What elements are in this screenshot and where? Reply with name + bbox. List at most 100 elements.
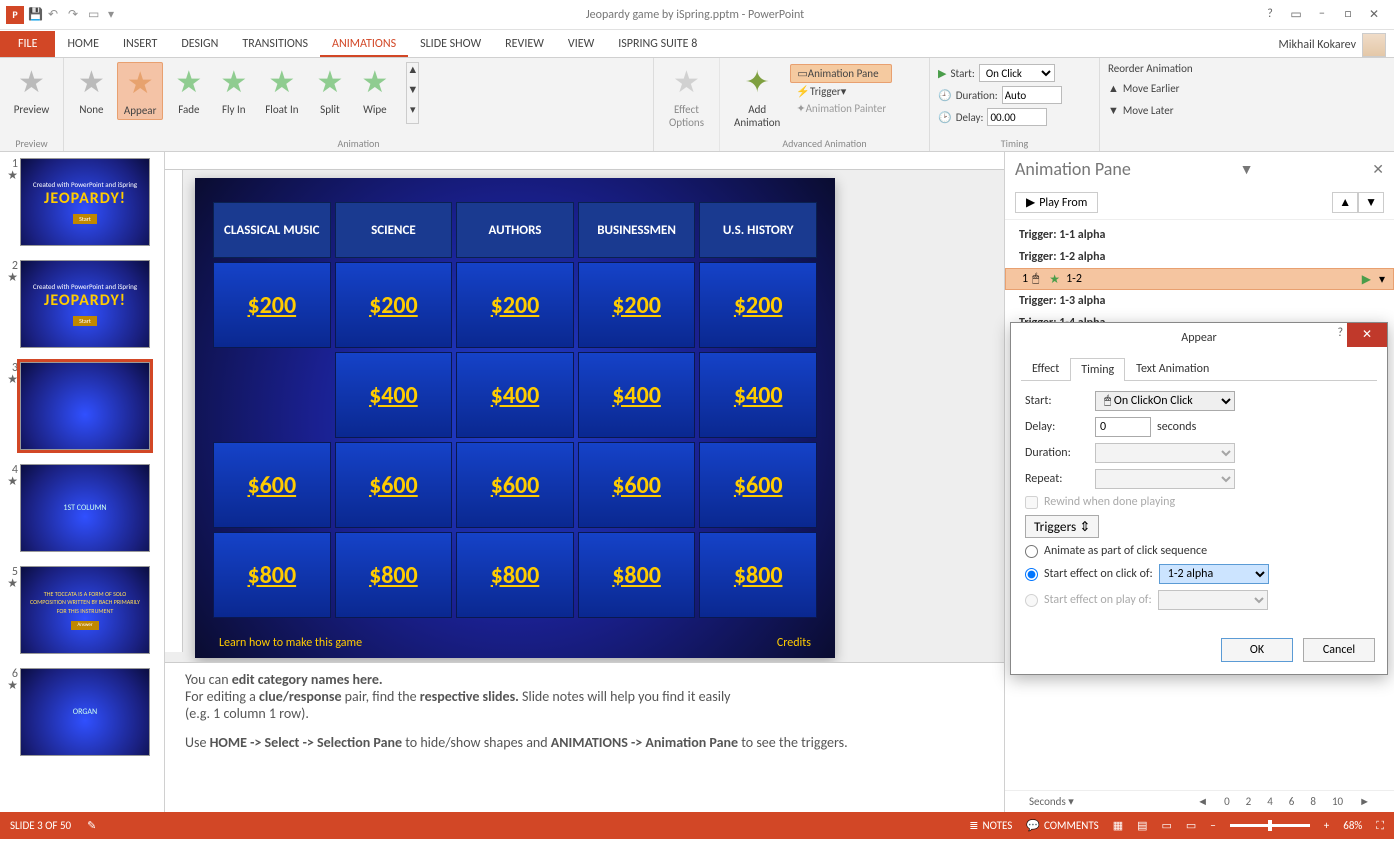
dlg-cancel-button[interactable]: Cancel	[1303, 638, 1375, 662]
category-cell[interactable]: AUTHORS	[456, 202, 574, 258]
reading-view-icon[interactable]: ▭	[1162, 819, 1172, 832]
move-earlier-button[interactable]: ▲ Move Earlier	[1108, 77, 1222, 99]
play-from-button[interactable]: ▶Play From	[1015, 192, 1098, 213]
value-cell[interactable]: $600	[335, 442, 453, 528]
anim-fade[interactable]: ★Fade	[169, 62, 208, 118]
tab-review[interactable]: REVIEW	[493, 31, 556, 57]
tab-home[interactable]: HOME	[55, 31, 111, 57]
thumbnail-slide-1[interactable]: 1★Created with PowerPoint and iSpringJEO…	[4, 158, 160, 246]
value-cell[interactable]: $600	[456, 442, 574, 528]
value-cell[interactable]: $400	[699, 352, 817, 438]
gallery-more-icon[interactable]: ▾	[407, 103, 418, 123]
tab-insert[interactable]: INSERT	[111, 31, 169, 57]
learn-link[interactable]: Learn how to make this game	[219, 636, 362, 650]
value-cell[interactable]: $800	[213, 532, 331, 618]
reorder-up-button[interactable]: ▲	[1332, 192, 1358, 213]
ribbon-display-icon[interactable]: ▭	[1286, 7, 1306, 22]
value-cell[interactable]: $200	[699, 262, 817, 348]
dlg-start-select[interactable]: 🖱 On ClickOn Click	[1095, 391, 1235, 411]
category-cell[interactable]: U.S. HISTORY	[699, 202, 817, 258]
comments-button[interactable]: 💬 COMMENTS	[1026, 819, 1098, 832]
value-cell[interactable]: $600	[699, 442, 817, 528]
preview-button[interactable]: ★ Preview	[8, 62, 55, 118]
tab-transitions[interactable]: TRANSITIONS	[230, 31, 320, 57]
add-animation-button[interactable]: ✦ Add Animation	[728, 62, 786, 131]
value-cell[interactable]: $200	[213, 262, 331, 348]
value-cell[interactable]: $800	[699, 532, 817, 618]
qat-dropdown-icon[interactable]: ▾	[108, 7, 124, 23]
tab-design[interactable]: DESIGN	[169, 31, 230, 57]
dlg-click-of-select[interactable]: 1-2 alpha	[1159, 564, 1269, 584]
normal-view-icon[interactable]: ▦	[1113, 819, 1123, 832]
animation-pane-dropdown-icon[interactable]: ▼	[1240, 161, 1254, 178]
start-from-beginning-icon[interactable]: ▭	[88, 7, 104, 23]
redo-icon[interactable]: ↷	[68, 7, 84, 23]
notes-pane[interactable]: You can edit category names here. For ed…	[165, 662, 1004, 812]
credits-link[interactable]: Credits	[777, 636, 811, 650]
animation-gallery[interactable]: ★None ★Appear ★Fade ★Fly In ★Float In ★S…	[72, 62, 645, 124]
zoom-level[interactable]: 68%	[1343, 819, 1362, 832]
duration-input[interactable]	[1002, 86, 1062, 104]
slide-canvas[interactable]: CLASSICAL MUSICSCIENCEAUTHORSBUSINESSMEN…	[195, 178, 835, 658]
user-account[interactable]: Mikhail Kokarev	[1279, 33, 1394, 57]
animation-pane-close-icon[interactable]: ✕	[1372, 161, 1384, 178]
reorder-down-button[interactable]: ▼	[1358, 192, 1384, 213]
zoom-out-icon[interactable]: −	[1210, 819, 1215, 832]
dlg-radio-click-sequence[interactable]	[1025, 545, 1038, 558]
value-cell[interactable]: $400	[456, 352, 574, 438]
slide-counter[interactable]: SLIDE 3 OF 50	[10, 819, 71, 832]
category-cell[interactable]: CLASSICAL MUSIC	[213, 202, 331, 258]
anim-flyin[interactable]: ★Fly In	[214, 62, 253, 118]
zoom-in-icon[interactable]: +	[1324, 819, 1329, 832]
value-cell[interactable]: $600	[213, 442, 331, 528]
tab-file[interactable]: FILE	[0, 31, 55, 57]
gallery-up-icon[interactable]: ▲	[407, 63, 418, 83]
anim-none[interactable]: ★None	[72, 62, 111, 118]
tab-animations[interactable]: ANIMATIONS	[320, 31, 408, 57]
animation-entry-selected[interactable]: 1 🖱★ 1-2▶▾	[1005, 268, 1394, 290]
anim-appear[interactable]: ★Appear	[117, 62, 164, 120]
thumbnail-slide-4[interactable]: 4★1ST COLUMN	[4, 464, 160, 552]
thumbnail-slide-5[interactable]: 5★THE TOCCATA IS A FORM OF SOLO COMPOSIT…	[4, 566, 160, 654]
undo-icon[interactable]: ↶	[48, 7, 64, 23]
dlg-delay-input[interactable]	[1095, 417, 1151, 437]
category-cell[interactable]: BUSINESSMEN	[578, 202, 696, 258]
trigger-header[interactable]: Trigger: 1-2 alpha	[1005, 246, 1394, 268]
value-cell[interactable]: $800	[335, 532, 453, 618]
thumbnail-slide-2[interactable]: 2★Created with PowerPoint and iSpringJEO…	[4, 260, 160, 348]
notes-button[interactable]: ≣ NOTES	[969, 819, 1012, 832]
animation-pane-button[interactable]: ▭ Animation Pane	[790, 64, 892, 83]
start-select[interactable]: On Click	[979, 64, 1055, 82]
minimize-icon[interactable]: −	[1312, 7, 1332, 22]
gallery-down-icon[interactable]: ▼	[407, 83, 418, 103]
trigger-header[interactable]: Trigger: 1-3 alpha	[1005, 290, 1394, 312]
dlg-triggers-button[interactable]: Triggers ⇕	[1025, 515, 1099, 538]
dialog-tab-effect[interactable]: Effect	[1021, 357, 1070, 380]
value-cell[interactable]: $800	[578, 532, 696, 618]
help-icon[interactable]: ?	[1260, 7, 1280, 22]
value-cell[interactable]: $800	[456, 532, 574, 618]
fit-to-window-icon[interactable]: ⛶	[1376, 819, 1384, 833]
slideshow-view-icon[interactable]: ▭	[1186, 819, 1196, 832]
slide-thumbnails[interactable]: 1★Created with PowerPoint and iSpringJEO…	[0, 152, 165, 812]
value-cell[interactable]: $400	[335, 352, 453, 438]
tab-ispring[interactable]: ISPRING SUITE 8	[606, 31, 709, 57]
value-cell[interactable]: $200	[456, 262, 574, 348]
thumbnail-slide-3[interactable]: 3★	[4, 362, 160, 450]
dialog-tab-textanimation[interactable]: Text Animation	[1125, 357, 1220, 380]
tab-slideshow[interactable]: SLIDE SHOW	[408, 31, 493, 57]
value-cell[interactable]: $600	[578, 442, 696, 528]
value-cell[interactable]: $200	[335, 262, 453, 348]
move-later-button[interactable]: ▼ Move Later	[1108, 99, 1222, 121]
thumbnail-slide-6[interactable]: 6★ORGAN	[4, 668, 160, 756]
save-icon[interactable]: 💾	[28, 7, 44, 23]
dialog-help-icon[interactable]: ?	[1337, 326, 1343, 340]
delay-input[interactable]	[987, 108, 1047, 126]
dlg-ok-button[interactable]: OK	[1221, 638, 1293, 662]
spell-check-icon[interactable]: ✎	[87, 819, 96, 832]
value-cell[interactable]: $200	[578, 262, 696, 348]
anim-split[interactable]: ★Split	[311, 62, 350, 118]
dialog-close-icon[interactable]: ✕	[1347, 323, 1387, 347]
dialog-tab-timing[interactable]: Timing	[1070, 358, 1125, 381]
close-icon[interactable]: ✕	[1364, 7, 1384, 22]
